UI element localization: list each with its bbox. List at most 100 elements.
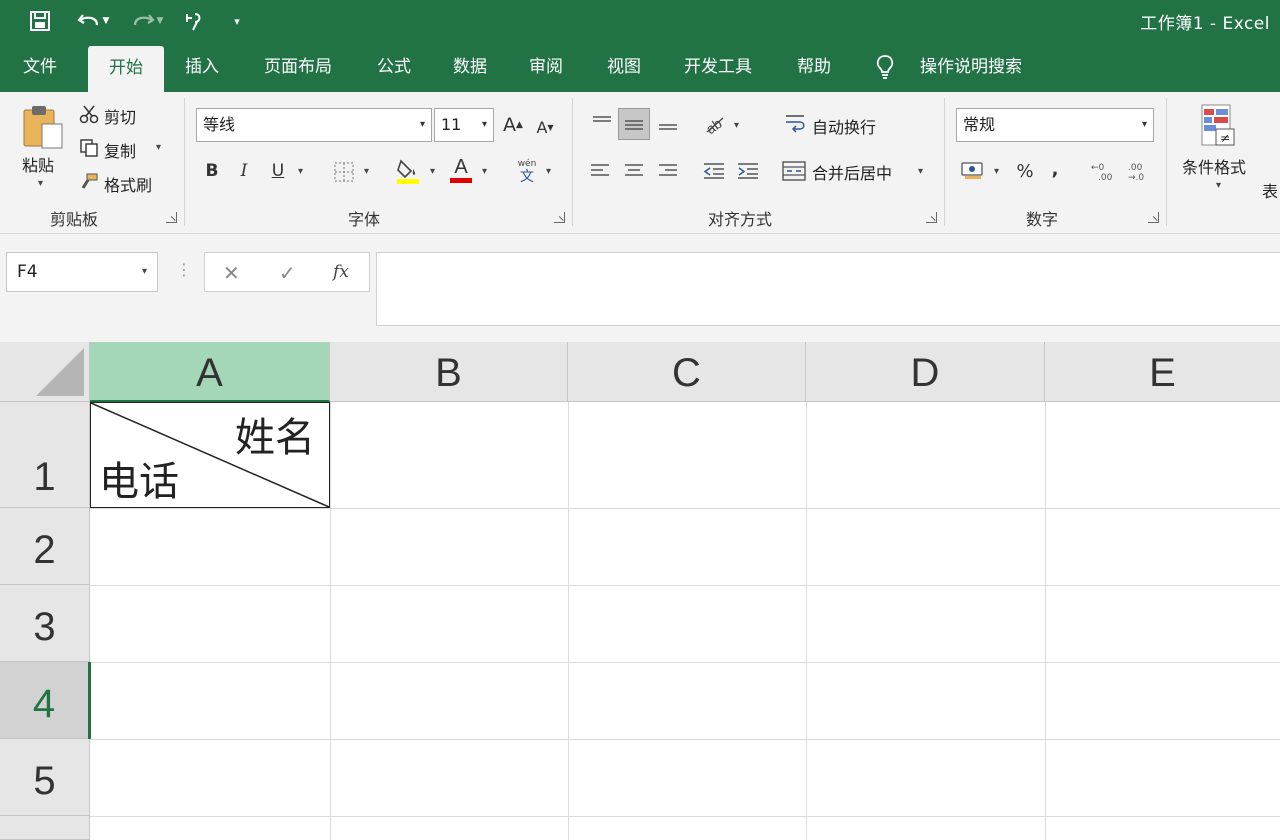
paste-dropdown[interactable]: ▾ bbox=[38, 178, 43, 189]
tab-view[interactable]: 视图 bbox=[594, 42, 654, 92]
orientation-icon[interactable]: ab bbox=[700, 108, 730, 138]
increase-decimal-icon[interactable]: ←0.00 bbox=[1088, 156, 1118, 186]
align-center-icon[interactable] bbox=[620, 156, 648, 186]
decrease-indent-icon[interactable] bbox=[700, 156, 728, 186]
svg-text:A: A bbox=[454, 156, 468, 178]
cut-button[interactable]: 剪切 bbox=[104, 104, 136, 128]
formula-bar: F4 ▾ ⋮ ✕ ✓ fx bbox=[0, 234, 1280, 342]
accounting-dropdown[interactable]: ▾ bbox=[994, 166, 999, 177]
shrink-font-button[interactable]: A ▼ bbox=[532, 112, 558, 142]
grow-font-button[interactable]: A ▲ bbox=[500, 110, 526, 140]
align-top-icon[interactable] bbox=[588, 108, 616, 138]
percent-button[interactable]: % bbox=[1012, 156, 1038, 186]
wrap-text-button[interactable]: 自动换行 bbox=[812, 114, 876, 138]
font-launcher-icon[interactable] bbox=[554, 212, 565, 223]
row-header-1[interactable]: 1 bbox=[0, 402, 90, 508]
row-header-6[interactable] bbox=[0, 816, 90, 840]
align-left-icon[interactable] bbox=[586, 156, 614, 186]
decrease-decimal-icon[interactable]: .00 →.0 bbox=[1122, 156, 1152, 186]
tab-developer[interactable]: 开发工具 bbox=[670, 42, 766, 92]
align-middle-icon[interactable] bbox=[618, 108, 650, 140]
copy-dropdown[interactable]: ▾ bbox=[156, 142, 161, 153]
paste-label[interactable]: 粘贴 bbox=[22, 152, 54, 176]
group-separator bbox=[944, 98, 945, 226]
merge-center-button[interactable]: 合并后居中 bbox=[812, 160, 892, 184]
borders-icon[interactable] bbox=[330, 158, 358, 186]
italic-button[interactable]: I bbox=[232, 156, 256, 186]
paste-icon[interactable] bbox=[18, 102, 68, 150]
tab-formulas[interactable]: 公式 bbox=[364, 42, 424, 92]
row-header-2[interactable]: 2 bbox=[0, 508, 90, 585]
column-header-c[interactable]: C bbox=[568, 342, 806, 402]
tab-data[interactable]: 数据 bbox=[440, 42, 500, 92]
conditional-formatting-button[interactable]: 条件格式 bbox=[1182, 154, 1246, 178]
select-all-button[interactable] bbox=[0, 342, 90, 402]
phonetic-guide-icon[interactable]: wén 文 bbox=[512, 154, 542, 186]
tab-insert[interactable]: 插入 bbox=[172, 42, 232, 92]
copy-icon[interactable] bbox=[78, 136, 100, 160]
tab-help[interactable]: 帮助 bbox=[784, 42, 844, 92]
clipboard-group-label: 剪贴板 bbox=[50, 210, 99, 229]
fill-color-icon[interactable] bbox=[394, 156, 422, 186]
alignment-launcher-icon[interactable] bbox=[926, 212, 937, 223]
tab-file[interactable]: 文件 bbox=[10, 42, 70, 92]
clipboard-launcher-icon[interactable] bbox=[166, 212, 177, 223]
conditional-formatting-icon[interactable]: ≠ bbox=[1196, 102, 1240, 150]
number-launcher-icon[interactable] bbox=[1148, 212, 1159, 223]
accounting-format-icon[interactable] bbox=[958, 156, 988, 186]
align-right-icon[interactable] bbox=[654, 156, 682, 186]
name-box[interactable]: F4 ▾ bbox=[6, 252, 158, 292]
tab-home[interactable]: 开始 bbox=[88, 46, 164, 92]
fill-color-dropdown[interactable]: ▾ bbox=[430, 166, 435, 177]
insert-function-icon[interactable]: fx bbox=[333, 262, 349, 282]
align-bottom-icon[interactable] bbox=[654, 108, 682, 138]
comma-button[interactable]: , bbox=[1044, 154, 1066, 184]
orientation-dropdown[interactable]: ▾ bbox=[734, 120, 739, 131]
row-header-4[interactable]: 4 bbox=[0, 662, 90, 739]
conditional-formatting-dropdown[interactable]: ▾ bbox=[1216, 180, 1221, 191]
lightbulb-icon[interactable] bbox=[874, 54, 896, 84]
ribbon-tabs: 文件 开始 插入 页面布局 公式 数据 审阅 视图 开发工具 帮助 操作说明搜索 bbox=[0, 42, 1280, 92]
number-format-select[interactable]: 常规 ▾ bbox=[956, 108, 1154, 142]
merge-dropdown[interactable]: ▾ bbox=[918, 166, 923, 177]
column-header-d[interactable]: D bbox=[806, 342, 1045, 402]
underline-button[interactable]: U bbox=[266, 156, 290, 186]
font-color-dropdown[interactable]: ▾ bbox=[482, 166, 487, 177]
redo-icon[interactable]: ▼ bbox=[124, 6, 170, 36]
tab-page-layout[interactable]: 页面布局 bbox=[250, 42, 346, 92]
enter-icon[interactable]: ✓ bbox=[279, 261, 296, 285]
save-icon[interactable] bbox=[24, 6, 56, 36]
copy-button[interactable]: 复制 bbox=[104, 138, 136, 162]
cell-a1[interactable]: 姓名 电话 bbox=[90, 402, 330, 508]
customize-icon[interactable]: ▾ bbox=[228, 6, 246, 36]
borders-dropdown[interactable]: ▾ bbox=[364, 166, 369, 177]
tab-review[interactable]: 审阅 bbox=[516, 42, 576, 92]
row-header-5[interactable]: 5 bbox=[0, 739, 90, 816]
format-as-table-button[interactable]: 表 bbox=[1262, 178, 1278, 202]
bold-button[interactable]: B bbox=[200, 156, 224, 186]
font-color-icon[interactable]: A bbox=[446, 154, 476, 186]
format-painter-icon[interactable] bbox=[78, 170, 100, 194]
formula-input[interactable] bbox=[376, 252, 1280, 326]
svg-text:≠: ≠ bbox=[1220, 131, 1230, 145]
phonetic-dropdown[interactable]: ▾ bbox=[546, 166, 551, 177]
font-name-select[interactable]: 等线 ▾ bbox=[196, 108, 432, 142]
column-header-e[interactable]: E bbox=[1045, 342, 1280, 402]
format-painter-button[interactable]: 格式刷 bbox=[104, 172, 152, 196]
number-group-label: 数字 bbox=[1026, 210, 1059, 229]
tell-me-search[interactable]: 操作说明搜索 bbox=[906, 42, 1036, 92]
touch-mode-icon[interactable] bbox=[180, 6, 208, 36]
svg-text:ab: ab bbox=[703, 115, 725, 134]
cut-icon[interactable] bbox=[78, 102, 100, 126]
underline-dropdown[interactable]: ▾ bbox=[298, 166, 303, 177]
increase-indent-icon[interactable] bbox=[734, 156, 762, 186]
merge-center-icon[interactable] bbox=[780, 156, 808, 186]
font-size-select[interactable]: 11 ▾ bbox=[434, 108, 494, 142]
undo-icon[interactable]: ▼ bbox=[70, 6, 116, 36]
row-header-3[interactable]: 3 bbox=[0, 585, 90, 662]
cancel-icon[interactable]: ✕ bbox=[223, 261, 240, 285]
formula-bar-splitter-icon[interactable]: ⋮ bbox=[176, 260, 192, 279]
column-header-a[interactable]: A bbox=[90, 342, 330, 402]
column-header-b[interactable]: B bbox=[330, 342, 568, 402]
wrap-text-icon[interactable] bbox=[782, 108, 808, 138]
